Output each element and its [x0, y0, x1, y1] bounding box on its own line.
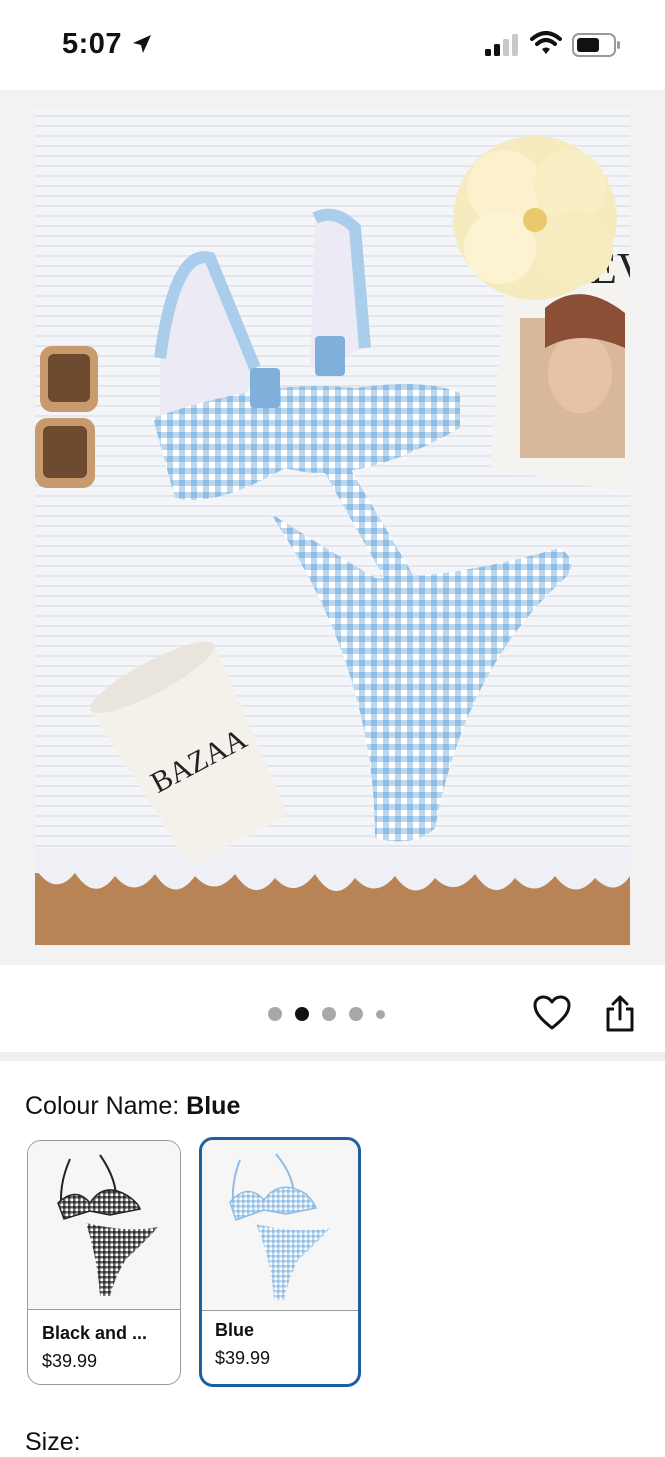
bikini-thumbnail-black — [57, 1154, 158, 1296]
swatch-image — [28, 1141, 180, 1310]
swatch-price: $39.99 — [42, 1351, 98, 1371]
cellular-signal-icon — [485, 34, 518, 56]
swatch-price: $39.99 — [215, 1348, 271, 1368]
location-arrow-icon — [133, 35, 151, 53]
size-label: Size: — [25, 1428, 81, 1456]
colour-option-blue[interactable]: Blue $39.99 — [199, 1137, 361, 1387]
colour-name-prefix: Colour Name: — [25, 1092, 187, 1120]
image-controls-row — [0, 965, 665, 1053]
swatch-image — [202, 1140, 358, 1311]
carousel-dot-2-active[interactable] — [295, 1007, 309, 1021]
section-divider — [0, 1052, 665, 1061]
colour-name-label: Colour Name: Blue — [25, 1092, 240, 1121]
share-icon[interactable] — [604, 995, 636, 1033]
status-time: 5:07 — [62, 28, 123, 60]
carousel-dot-4[interactable] — [349, 1007, 363, 1021]
swatch-name: Blue — [215, 1320, 255, 1340]
carousel-page-indicator[interactable] — [268, 1007, 385, 1021]
carousel-dot-5[interactable] — [376, 1009, 385, 1019]
battery-icon — [572, 33, 620, 57]
product-image-gallery[interactable]: EV BAZAA — [0, 90, 665, 965]
status-bar: 5:07 — [0, 0, 665, 90]
product-photo[interactable]: EV BAZAA — [35, 108, 630, 945]
wifi-icon — [530, 31, 562, 54]
heart-icon[interactable] — [533, 995, 571, 1031]
colour-option-black-and-white[interactable]: Black and ... $39.99 — [27, 1140, 181, 1385]
bikini-thumbnail-blue — [229, 1153, 330, 1300]
carousel-dot-1[interactable] — [268, 1007, 282, 1021]
colour-name-value: Blue — [186, 1092, 241, 1120]
carousel-dot-3[interactable] — [322, 1007, 336, 1021]
swatch-name: Black and ... — [42, 1323, 148, 1343]
